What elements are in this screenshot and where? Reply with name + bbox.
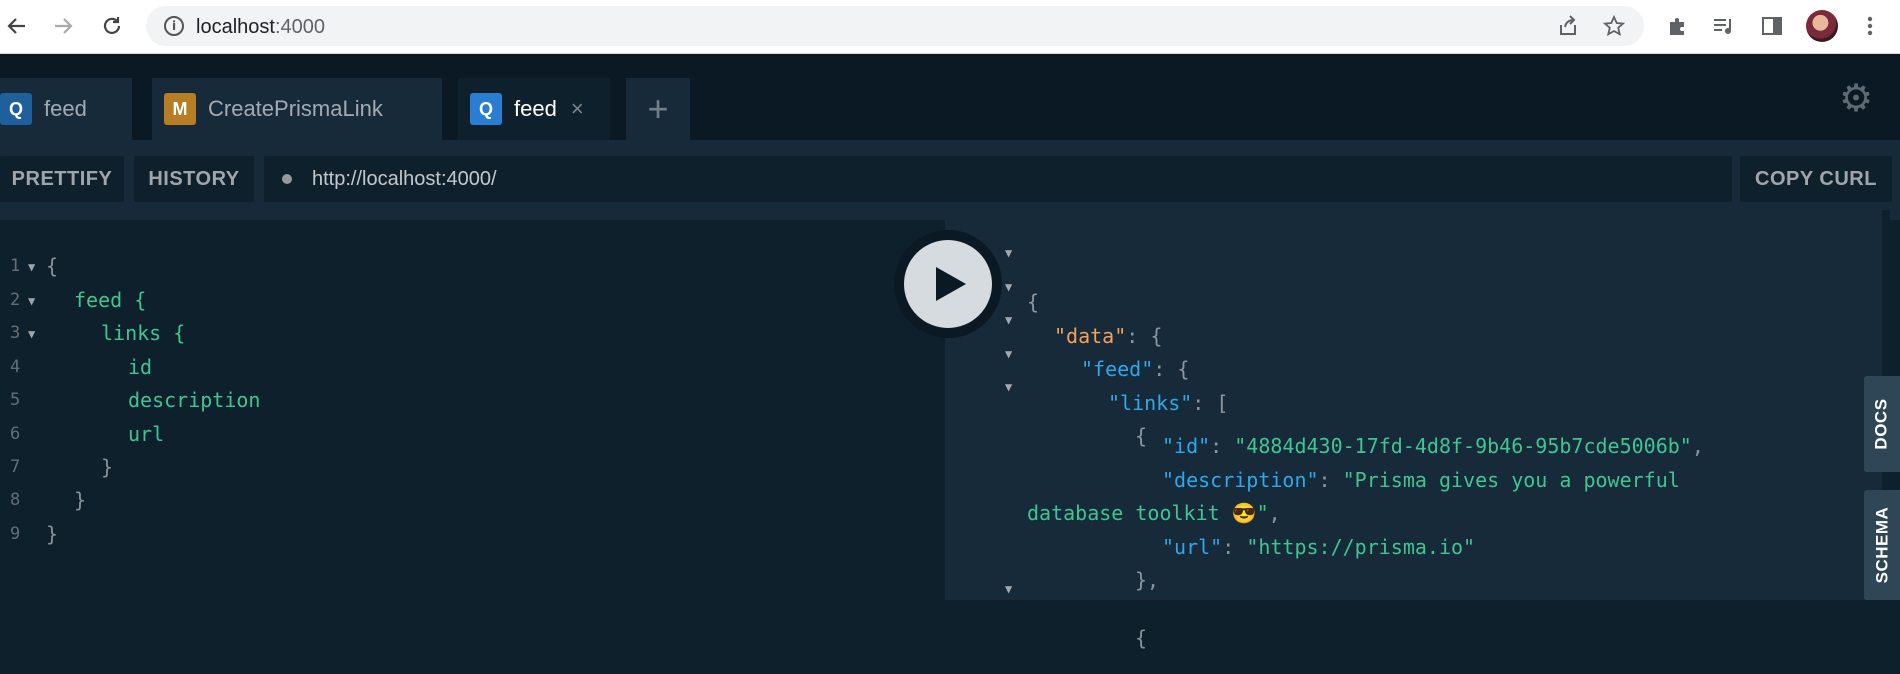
result-line: ▼ {	[1005, 246, 1040, 314]
query-editor[interactable]: 1 ▼ { 2 ▼ feed { 3 ▼ links { 4 id 5 desc…	[0, 220, 945, 600]
docs-tab[interactable]: DOCS	[1864, 376, 1900, 472]
media-queue-icon	[1714, 19, 1731, 34]
result-line: ▼ "links": [	[1005, 347, 1229, 415]
result-line: "description": "Prisma gives you a power…	[1162, 468, 1680, 492]
arrow-left-icon	[7, 18, 25, 34]
fold-arrow-icon[interactable]: ▼	[1005, 347, 1012, 361]
fold-arrow-icon[interactable]: ▼	[28, 260, 35, 274]
editor-line: 1 ▼ {	[10, 254, 59, 278]
editor-line: 2 ▼ feed {	[10, 288, 147, 312]
result-pane[interactable]: ▼ { ▼ "data": { ▼ "feed": { ▼ "links": […	[945, 210, 1885, 650]
schema-tab[interactable]: SCHEMA	[1864, 490, 1900, 600]
star-icon[interactable]	[1600, 12, 1628, 40]
endpoint-url[interactable]: http://localhost:4000/	[312, 168, 497, 191]
history-button[interactable]: HISTORY	[134, 156, 254, 202]
reload-icon	[103, 17, 121, 34]
playground-tab-bar: Q feed M CreatePrismaLink Q feed × +	[0, 54, 1900, 140]
menu-button[interactable]	[1854, 10, 1886, 42]
close-icon[interactable]: ×	[571, 96, 584, 122]
fold-arrow-icon[interactable]: ▼	[1005, 280, 1012, 294]
tab-label: feed	[514, 96, 557, 121]
side-panel-button[interactable]	[1756, 10, 1788, 42]
result-line: ▼ {	[1005, 380, 1148, 448]
gear-icon[interactable]: ⚙	[1836, 78, 1876, 118]
prettify-button[interactable]: PRETTIFY	[0, 156, 124, 202]
fold-arrow-icon[interactable]: ▼	[1005, 380, 1012, 394]
side-panel-icon	[1762, 17, 1782, 35]
extensions-button[interactable]	[1662, 10, 1694, 42]
result-line: ▼ "feed": {	[1005, 313, 1190, 381]
result-line: "id": "4884d430-17fd-4d8f-9b46-95b7cde50…	[1162, 434, 1704, 458]
tab-feed-1[interactable]: Q feed	[0, 78, 132, 140]
puzzle-icon	[1670, 18, 1684, 35]
editor-line: 8 }	[10, 488, 87, 512]
tab-create-prisma-link[interactable]: M CreatePrismaLink	[152, 78, 442, 140]
result-line: ▼ "data": {	[1005, 280, 1163, 348]
fold-arrow-icon[interactable]: ▼	[1005, 313, 1012, 327]
media-button[interactable]	[1708, 10, 1740, 42]
fold-arrow-icon[interactable]: ▼	[1005, 582, 1012, 596]
mutation-badge: M	[164, 93, 196, 125]
result-line: ▼ {	[1005, 582, 1148, 650]
query-toolbar: PRETTIFY HISTORY http://localhost:4000/ …	[0, 140, 1900, 220]
address-bar[interactable]: i localhost:4000	[146, 6, 1644, 46]
tab-label: CreatePrismaLink	[208, 96, 383, 121]
endpoint-input[interactable]: http://localhost:4000/	[264, 156, 1732, 202]
editor-line: 4 id	[10, 355, 153, 379]
copy-curl-button[interactable]: COPY CURL	[1740, 156, 1892, 202]
reload-button[interactable]	[96, 10, 128, 42]
editor-line: 5 description	[10, 388, 261, 412]
tab-label: feed	[44, 96, 87, 121]
forward-button[interactable]	[48, 10, 80, 42]
kebab-menu-icon	[1867, 16, 1873, 36]
result-line: database toolkit 😎",	[1027, 501, 1281, 525]
fold-arrow-icon[interactable]: ▼	[28, 327, 35, 341]
tab-feed-active[interactable]: Q feed ×	[458, 78, 610, 140]
query-badge: Q	[0, 93, 32, 125]
editor-line: 6 url	[10, 422, 165, 446]
query-badge: Q	[470, 93, 502, 125]
result-line: "url": "https://prisma.io"	[1162, 535, 1476, 559]
fold-arrow-icon[interactable]: ▼	[28, 294, 35, 308]
run-query-button[interactable]	[904, 240, 992, 328]
arrow-right-icon	[55, 18, 73, 34]
fold-arrow-icon[interactable]: ▼	[1005, 246, 1012, 260]
share-icon[interactable]	[1554, 12, 1582, 40]
profile-avatar[interactable]	[1806, 10, 1838, 42]
editor-line: 9 }	[10, 522, 59, 546]
add-tab-button[interactable]: +	[626, 78, 690, 140]
editor-line: 3 ▼ links {	[10, 321, 186, 345]
result-line: },	[1135, 568, 1160, 592]
play-icon	[936, 267, 966, 301]
editor-line: 7 }	[10, 455, 114, 479]
address-text[interactable]: localhost:4000	[196, 16, 325, 39]
back-button[interactable]	[0, 10, 32, 42]
browser-toolbar: i localhost:4000	[0, 0, 1900, 54]
info-icon[interactable]: i	[164, 16, 184, 36]
status-dot	[282, 174, 292, 184]
